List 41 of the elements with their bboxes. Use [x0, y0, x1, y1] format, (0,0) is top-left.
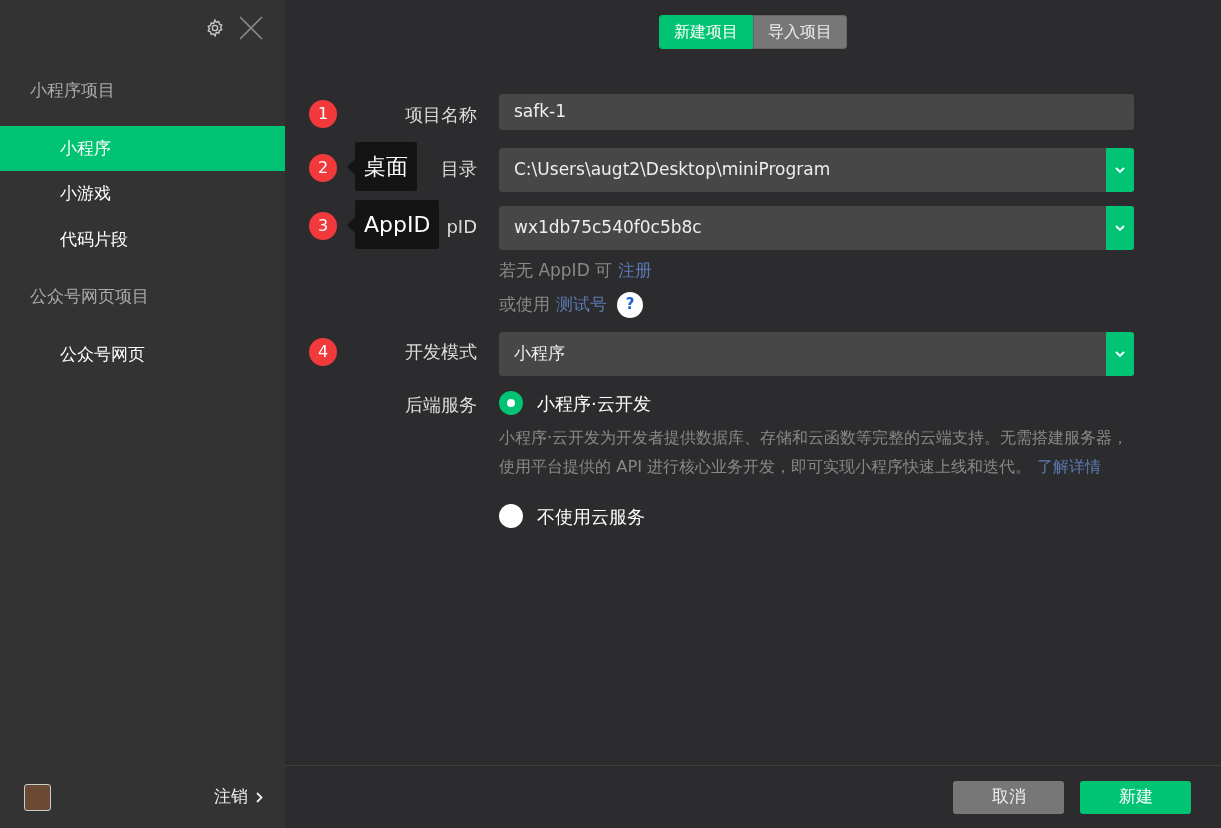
tooltip: AppID: [347, 200, 440, 249]
radio-button[interactable]: [499, 391, 523, 415]
field-label: 目录: [441, 156, 477, 181]
logout-link[interactable]: 注销: [214, 784, 263, 810]
avatar-image: [24, 783, 51, 811]
field-label: 项目名称: [405, 102, 477, 127]
dropdown-toggle[interactable]: [1106, 331, 1134, 376]
section-title: 小程序项目: [29, 79, 116, 102]
chevron-down-icon: [1114, 166, 1126, 174]
section-title: 公众号网页项目: [29, 285, 150, 308]
step-badge: 1: [309, 100, 337, 128]
step-badge: 3: [309, 212, 337, 240]
radio-option[interactable]: 小程序·云开发: [499, 389, 651, 417]
tab[interactable]: 导入项目: [753, 15, 847, 49]
sidebar-item[interactable]: 代码片段: [0, 216, 285, 262]
chevron-down-icon: [1114, 349, 1126, 358]
dropdown-toggle[interactable]: [1106, 206, 1134, 250]
chevron-down-icon: [1114, 224, 1126, 232]
hint-text: 或使用: [499, 292, 550, 316]
sidebar-item[interactable]: 小游戏: [0, 171, 285, 217]
field-label: 后端服务: [405, 393, 477, 417]
cancel-button[interactable]: 取消: [953, 780, 1064, 814]
dropdown-field[interactable]: 小程序: [499, 331, 1134, 376]
field-label: pID: [446, 214, 477, 239]
step-badge: 2: [309, 154, 337, 182]
text-field[interactable]: safk-1: [499, 94, 1134, 130]
tooltip: 桌面: [347, 142, 417, 191]
hint-text: 若无 AppID 可: [499, 259, 613, 282]
settings-icon[interactable]: [205, 18, 225, 38]
dropdown-toggle[interactable]: [1106, 148, 1134, 192]
radio-option[interactable]: 不使用云服务: [499, 502, 645, 530]
close-icon[interactable]: [239, 16, 263, 40]
dropdown-field[interactable]: C:\Users\augt2\Desktop\miniProgram: [499, 148, 1134, 192]
chevron-icon: [256, 791, 263, 803]
description-text: 小程序·云开发为开发者提供数据库、存储和云函数等完整的云端支持。无需搭建服务器，使用平台提供的 API 进行核心业务开发，即可实现小程序快速上线和迭代。 了解详情: [499, 426, 1130, 478]
help-icon[interactable]: ?: [617, 291, 643, 318]
step-badge: 4: [309, 337, 337, 366]
dropdown-field[interactable]: wx1db75c540f0c5b8c: [499, 206, 1134, 250]
field-label: 开发模式: [405, 340, 477, 364]
sidebar-item[interactable]: 公众号网页: [0, 331, 285, 377]
radio-button[interactable]: [499, 504, 523, 528]
